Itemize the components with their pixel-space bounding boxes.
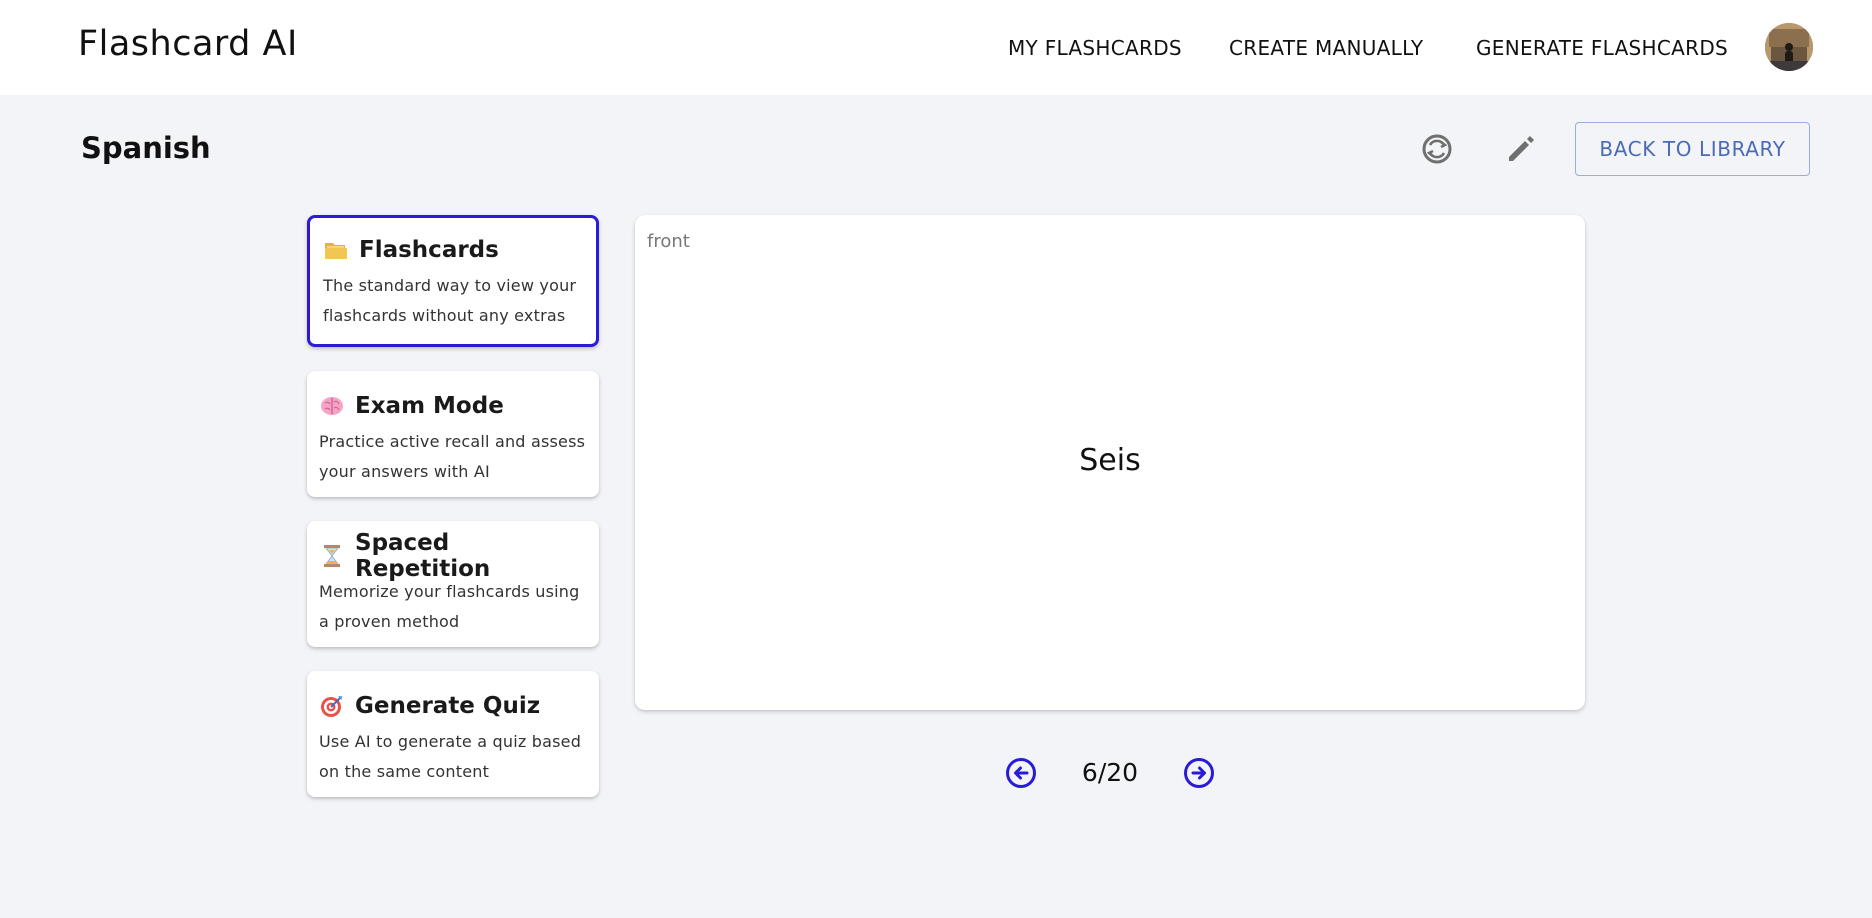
mode-card-generate-quiz[interactable]: Generate Quiz Use AI to generate a quiz … — [307, 671, 599, 797]
mode-header: Exam Mode — [319, 391, 587, 421]
mode-description: Practice active recall and assess your a… — [319, 432, 586, 481]
deck-title: Spanish — [81, 131, 211, 165]
card-counter: 6/20 — [1081, 758, 1139, 787]
folder-icon — [323, 237, 349, 263]
mode-header: Generate Quiz — [319, 691, 587, 721]
mode-description: Use AI to generate a quiz based on the s… — [319, 732, 582, 781]
user-avatar[interactable] — [1765, 23, 1813, 71]
hourglass-icon — [319, 543, 345, 569]
mode-title: Exam Mode — [355, 393, 504, 419]
mode-title: Flashcards — [359, 237, 499, 263]
nav-my-flashcards[interactable]: MY FLASHCARDS — [1008, 36, 1182, 60]
mode-card-spaced-repetition[interactable]: Spaced Repetition Memorize your flashcar… — [307, 521, 599, 647]
flashcard[interactable]: front Seis — [635, 215, 1585, 710]
arrow-left-circle-icon — [1006, 758, 1036, 788]
mode-header: Spaced Repetition — [319, 530, 587, 582]
user-photo-icon — [1765, 23, 1813, 71]
card-text: Seis — [1079, 443, 1141, 478]
mode-title: Spaced Repetition — [355, 530, 491, 582]
card-side-label: front — [647, 231, 690, 252]
app-logo[interactable]: Flashcard AI — [78, 24, 298, 64]
shuffle-icon — [1422, 134, 1452, 164]
arrow-right-circle-icon — [1184, 758, 1214, 788]
nav-create-manually[interactable]: CREATE MANUALLY — [1229, 36, 1423, 60]
nav-generate-flashcards[interactable]: GENERATE FLASHCARDS — [1476, 36, 1728, 60]
mode-card-flashcards[interactable]: Flashcards The standard way to view your… — [307, 215, 599, 347]
shuffle-button[interactable] — [1415, 127, 1459, 171]
mode-description: Memorize your flashcards using a proven … — [319, 582, 580, 631]
mode-card-exam[interactable]: Exam Mode Practice active recall and ass… — [307, 371, 599, 497]
next-card-button[interactable] — [1183, 757, 1215, 789]
app-header: Flashcard AI MY FLASHCARDS CREATE MANUAL… — [0, 0, 1872, 95]
mode-description: The standard way to view your flashcards… — [323, 276, 577, 325]
brain-icon — [319, 393, 345, 419]
target-icon — [319, 693, 345, 719]
edit-button[interactable] — [1499, 127, 1543, 171]
previous-card-button[interactable] — [1005, 757, 1037, 789]
back-to-library-button[interactable]: BACK TO LIBRARY — [1575, 122, 1810, 176]
pencil-icon — [1509, 136, 1534, 161]
mode-header: Flashcards — [323, 235, 587, 265]
mode-title: Generate Quiz — [355, 693, 541, 719]
